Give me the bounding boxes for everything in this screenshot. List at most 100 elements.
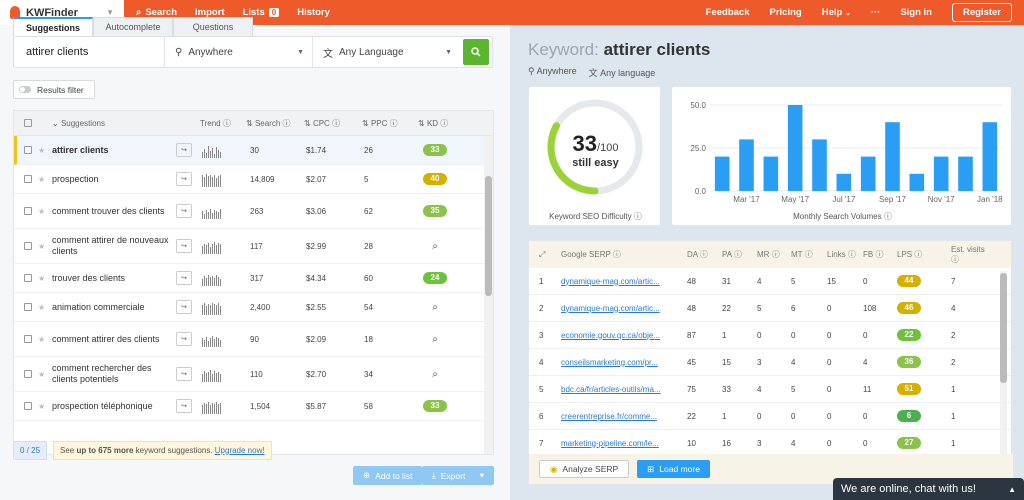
- analyze-serp-button[interactable]: ◉ Analyze SERP: [539, 460, 630, 478]
- use-keyword-icon[interactable]: ↪: [176, 204, 192, 218]
- use-keyword-icon[interactable]: ↪: [176, 143, 192, 157]
- use-keyword-icon[interactable]: ↪: [176, 271, 192, 285]
- chart-bar[interactable]: [860, 156, 876, 191]
- star-icon[interactable]: ★: [38, 274, 52, 283]
- chart-bar[interactable]: [909, 173, 925, 191]
- select-all-checkbox[interactable]: [24, 119, 32, 127]
- table-row[interactable]: ★ trouver des clients ↪ 317 $4.34 60 24: [14, 264, 493, 293]
- serp-scrollbar[interactable]: [1000, 271, 1007, 456]
- keyword-cell[interactable]: comment trouver des clients: [52, 206, 172, 217]
- nav-more[interactable]: ···: [871, 7, 881, 18]
- row-checkbox[interactable]: [24, 370, 32, 378]
- expand-icon[interactable]: ⤢: [529, 250, 561, 260]
- chart-bar[interactable]: [982, 122, 998, 191]
- table-row[interactable]: ★ animation commerciale ↪ 2,400 $2.55 54…: [14, 293, 493, 322]
- nav-feedback[interactable]: Feedback: [706, 7, 750, 18]
- register-button[interactable]: Register: [951, 3, 1012, 22]
- table-row[interactable]: ★ comment attirer de nouveaux clients ↪ …: [14, 229, 493, 264]
- chart-bar[interactable]: [885, 122, 900, 191]
- results-filter-button[interactable]: Results filter: [13, 80, 95, 99]
- chart-bar[interactable]: [958, 156, 973, 191]
- location-select[interactable]: ⚲ Anywhere ▼: [164, 37, 312, 67]
- chart-bar[interactable]: [739, 139, 754, 191]
- export-button[interactable]: ⤓ Export ▾: [422, 466, 494, 485]
- keyword-cell[interactable]: comment rechercher des clients potentiel…: [52, 363, 172, 385]
- row-checkbox[interactable]: [24, 146, 32, 154]
- nav-signin[interactable]: Sign in: [900, 7, 932, 18]
- keyword-cell[interactable]: attirer clients: [52, 145, 172, 156]
- keyword-input[interactable]: attirer clients: [14, 46, 164, 58]
- upgrade-link[interactable]: Upgrade now!: [215, 446, 265, 455]
- chart-bar[interactable]: [812, 139, 827, 191]
- table-scrollbar[interactable]: [484, 136, 493, 454]
- star-icon[interactable]: ★: [38, 146, 52, 155]
- table-row[interactable]: ★ attirer clients ↪ 30 $1.74 26 33: [14, 136, 493, 165]
- tab-questions[interactable]: Questions: [173, 17, 253, 36]
- serp-url-link[interactable]: conseilsmarketing.com/pr...: [561, 358, 687, 367]
- row-checkbox[interactable]: [24, 274, 32, 282]
- nav-help[interactable]: Help ⌄: [822, 7, 851, 18]
- star-icon[interactable]: ★: [38, 402, 52, 411]
- nav-pricing[interactable]: Pricing: [770, 7, 802, 18]
- scrollbar-thumb[interactable]: [1000, 273, 1007, 383]
- keyword-cell[interactable]: prospection téléphonique: [52, 401, 172, 412]
- col-cpc[interactable]: ⇅ CPC ⓘ: [304, 118, 362, 129]
- row-checkbox[interactable]: [24, 175, 32, 183]
- chart-bar[interactable]: [787, 105, 803, 191]
- serp-url-link[interactable]: dynamique-mag.com/artic...: [561, 277, 687, 286]
- load-more-button[interactable]: ⊞ Load more: [637, 460, 710, 478]
- star-icon[interactable]: ★: [38, 303, 52, 312]
- keyword-cell[interactable]: trouver des clients: [52, 273, 172, 284]
- nav-history[interactable]: History: [297, 7, 330, 18]
- star-icon[interactable]: ★: [38, 175, 52, 184]
- row-checkbox[interactable]: [24, 242, 32, 250]
- col-suggestions[interactable]: ⌄ Suggestions: [52, 119, 200, 128]
- star-icon[interactable]: ★: [38, 242, 52, 251]
- row-checkbox[interactable]: [24, 303, 32, 311]
- use-keyword-icon[interactable]: ↪: [176, 300, 192, 314]
- serp-url-link[interactable]: creerentreprise.fr/comme...: [561, 412, 687, 421]
- table-row[interactable]: ★ comment attirer des clients ↪ 90 $2.09…: [14, 322, 493, 357]
- search-icon[interactable]: ⌕: [432, 334, 438, 345]
- search-submit-button[interactable]: [463, 39, 489, 65]
- serp-url-link[interactable]: bdc.ca/fr/articles-outils/ma...: [561, 385, 687, 394]
- chart-bar[interactable]: [763, 156, 779, 191]
- row-checkbox[interactable]: [24, 207, 32, 215]
- col-trend[interactable]: Trend ⓘ: [200, 118, 246, 129]
- scrollbar-thumb[interactable]: [485, 176, 492, 296]
- col-ppc[interactable]: ⇅ PPC ⓘ: [362, 118, 418, 129]
- chat-widget[interactable]: We are online, chat with us! ▲: [833, 478, 1024, 500]
- search-icon[interactable]: ⌕: [432, 369, 438, 380]
- search-icon[interactable]: ⌕: [432, 302, 438, 313]
- search-icon[interactable]: ⌕: [432, 241, 438, 252]
- col-kd[interactable]: ⇅ KD ⓘ: [418, 118, 454, 129]
- chart-bar[interactable]: [933, 156, 949, 191]
- use-keyword-icon[interactable]: ↪: [176, 399, 192, 413]
- row-checkbox[interactable]: [24, 335, 32, 343]
- serp-url-link[interactable]: marketing-pipeline.com/le...: [561, 439, 687, 448]
- table-row[interactable]: ★ prospection ↪ 14,809 $2.07 5 40: [14, 165, 493, 194]
- use-keyword-icon[interactable]: ↪: [176, 239, 192, 253]
- tab-suggestions[interactable]: Suggestions: [13, 17, 93, 36]
- table-row[interactable]: ★ comment rechercher des clients potenti…: [14, 357, 493, 392]
- keyword-cell[interactable]: comment attirer de nouveaux clients: [52, 235, 172, 257]
- serp-url-link[interactable]: dynamique-mag.com/artic...: [561, 304, 687, 313]
- chart-bar[interactable]: [836, 173, 852, 191]
- star-icon[interactable]: ★: [38, 335, 52, 344]
- col-search[interactable]: ⇅ Search ⓘ: [246, 118, 304, 129]
- chart-bar[interactable]: [714, 156, 730, 191]
- serp-url-link[interactable]: economie.gouv.qc.ca/obje...: [561, 331, 687, 340]
- keyword-cell[interactable]: comment attirer des clients: [52, 334, 172, 345]
- language-select[interactable]: 文 Any Language ▼: [312, 37, 460, 67]
- table-row[interactable]: ★ prospection téléphonique ↪ 1,504 $5.87…: [14, 392, 493, 421]
- star-icon[interactable]: ★: [38, 207, 52, 216]
- star-icon[interactable]: ★: [38, 370, 52, 379]
- keyword-cell[interactable]: animation commerciale: [52, 302, 172, 313]
- add-to-list-button[interactable]: ⊕ Add to list: [353, 466, 423, 485]
- table-row[interactable]: ★ comment trouver des clients ↪ 263 $3.0…: [14, 194, 493, 229]
- use-keyword-icon[interactable]: ↪: [176, 172, 192, 186]
- tab-autocomplete[interactable]: Autocomplete: [93, 17, 173, 36]
- row-checkbox[interactable]: [24, 402, 32, 410]
- use-keyword-icon[interactable]: ↪: [176, 332, 192, 346]
- use-keyword-icon[interactable]: ↪: [176, 367, 192, 381]
